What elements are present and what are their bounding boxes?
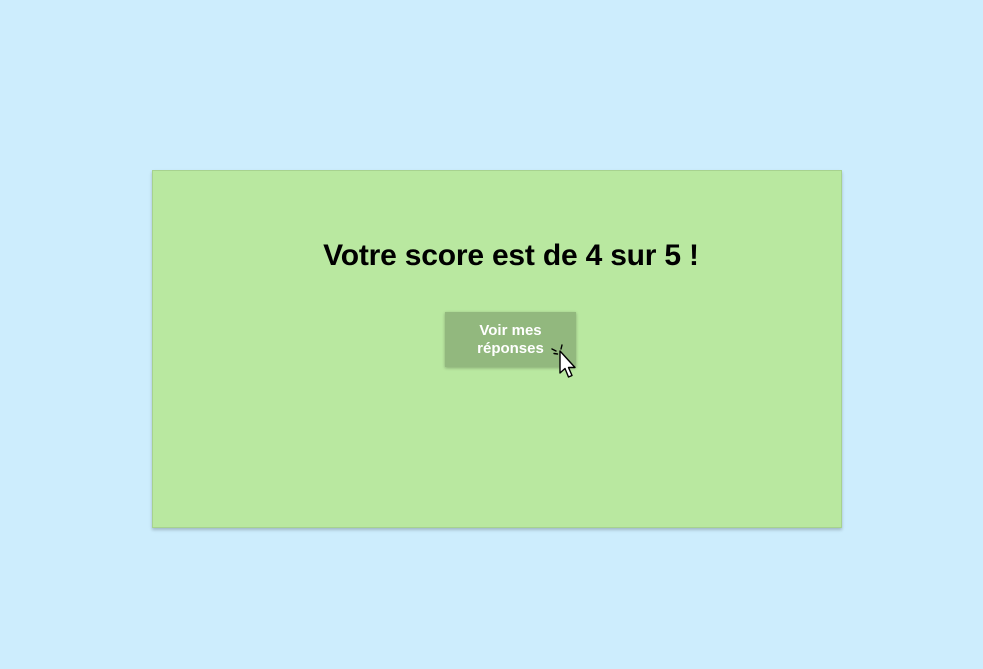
score-card: Votre score est de 4 sur 5 ! Voir mes ré… (152, 170, 842, 528)
page-background: Votre score est de 4 sur 5 ! Voir mes ré… (0, 0, 983, 669)
view-answers-button-label: Voir mes réponses (477, 321, 544, 357)
click-cursor-icon (551, 344, 576, 378)
score-title: Votre score est de 4 sur 5 ! (323, 239, 699, 272)
